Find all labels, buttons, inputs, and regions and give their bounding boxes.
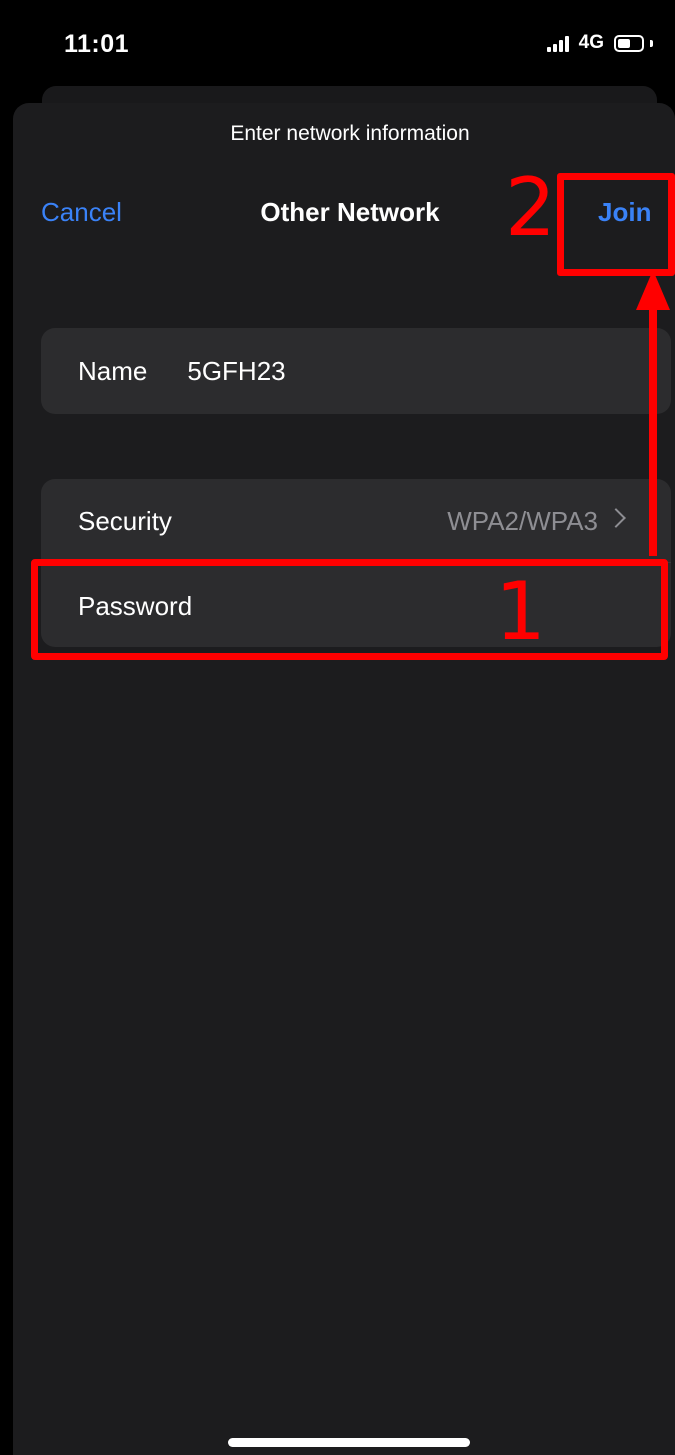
annotation-arrow-up-icon	[636, 270, 670, 556]
arrow-shaft	[649, 306, 657, 556]
network-sheet	[13, 103, 675, 1455]
status-indicators: 4G	[546, 32, 653, 54]
home-indicator[interactable]	[228, 1438, 470, 1447]
name-row[interactable]: Name 5GFH23	[41, 328, 671, 414]
sheet-subtitle: Enter network information	[230, 122, 470, 145]
chevron-right-icon	[606, 508, 626, 528]
battery-icon	[614, 34, 644, 52]
status-bar: 11:01 4G	[0, 0, 675, 90]
name-group: Name 5GFH23	[41, 328, 671, 414]
battery-level	[618, 38, 630, 48]
name-field[interactable]: 5GFH23	[187, 356, 285, 387]
security-label: Security	[78, 505, 172, 536]
signal-bars-icon	[546, 34, 569, 52]
annotation-box-password	[31, 559, 668, 660]
annotation-step-2: 2	[505, 161, 556, 254]
battery-tip	[650, 39, 653, 47]
arrow-head	[636, 270, 670, 310]
annotation-step-1: 1	[495, 565, 546, 658]
security-value: WPA2/WPA3	[447, 505, 598, 536]
name-label: Name	[78, 355, 148, 386]
annotation-box-join	[557, 173, 675, 276]
screen: 11:01 4G Enter network information Cance…	[0, 0, 675, 1455]
network-type: 4G	[578, 32, 604, 53]
security-row[interactable]: Security WPA2/WPA3	[41, 479, 671, 563]
status-time: 11:01	[64, 30, 130, 58]
